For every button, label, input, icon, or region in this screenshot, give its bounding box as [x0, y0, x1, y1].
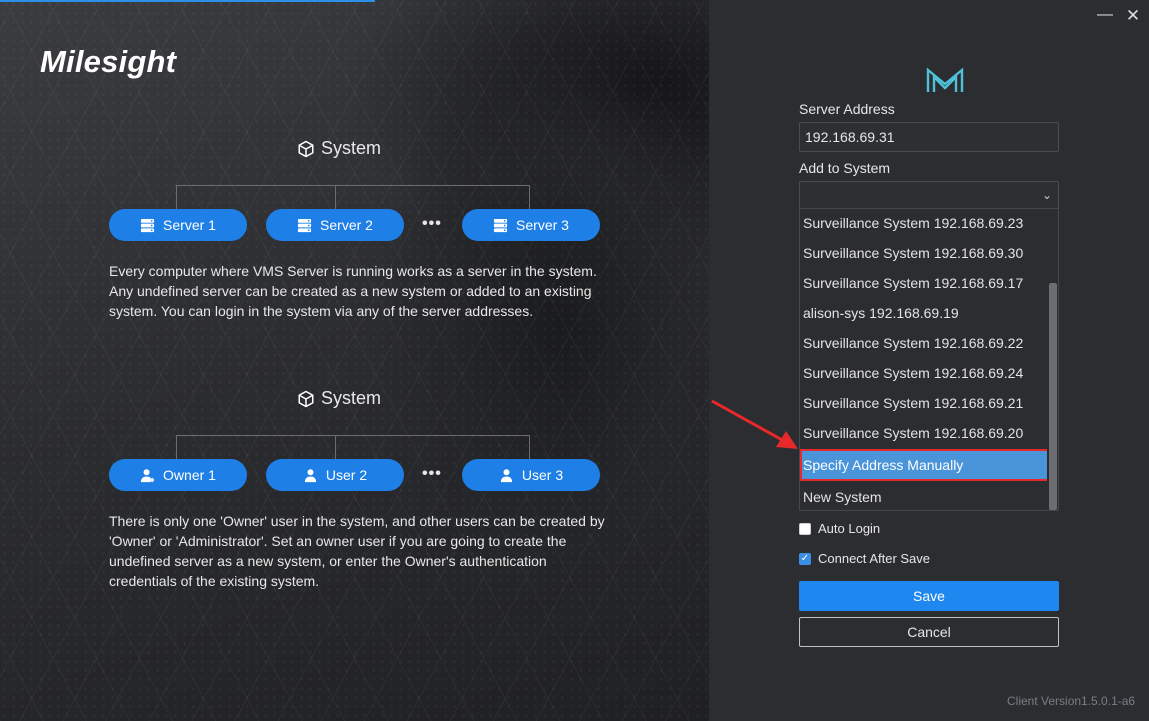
dropdown-option[interactable]: Surveillance System 192.168.69.17: [800, 269, 1045, 299]
system-title-1: System: [297, 138, 381, 159]
milesight-m-icon: [926, 67, 964, 92]
cube-icon: [298, 140, 314, 157]
save-button[interactable]: Save: [799, 581, 1059, 611]
dropdown-option[interactable]: Surveillance System 192.168.69.30: [800, 239, 1045, 269]
user-node-3: User 3: [462, 459, 600, 491]
dropdown-option[interactable]: Surveillance System 192.168.69.23: [800, 209, 1045, 239]
dropdown-option[interactable]: Surveillance System 192.168.69.24: [800, 359, 1045, 389]
ellipsis-2: •••: [422, 465, 442, 482]
cube-icon: [298, 390, 314, 407]
dropdown-option[interactable]: New System: [800, 483, 1045, 510]
auto-login-checkbox[interactable]: Auto Login: [799, 521, 880, 536]
server-node-1: Server 1: [109, 209, 247, 241]
intro-panel: Milesight System Server 1 Server 2 ••• S…: [0, 0, 709, 721]
milesight-logo: Milesight: [40, 44, 177, 79]
user-icon: [500, 468, 512, 482]
cancel-button[interactable]: Cancel: [799, 617, 1059, 647]
owner-node: Owner 1: [109, 459, 247, 491]
users-description: There is only one 'Owner' user in the sy…: [109, 513, 605, 589]
connect-after-save-checkbox[interactable]: ✓ Connect After Save: [799, 551, 930, 566]
server-node-3: Server 3: [462, 209, 600, 241]
user-node-2: User 2: [266, 459, 404, 491]
minimize-button[interactable]: —: [1095, 6, 1115, 26]
close-button[interactable]: ✕: [1123, 6, 1143, 26]
server-icon: [140, 218, 155, 232]
dropdown-option[interactable]: Surveillance System 192.168.69.21: [800, 389, 1045, 419]
system-tree-lines-1: [176, 185, 530, 212]
server-address-input[interactable]: [799, 122, 1059, 152]
server-node-2: Server 2: [266, 209, 404, 241]
arrow-shaft: [711, 399, 785, 443]
checkbox-checked-icon: ✓: [799, 552, 811, 565]
red-arrow-annotation: [711, 399, 798, 449]
add-to-system-label: Add to System: [799, 160, 891, 176]
checkbox-unchecked-icon: [799, 522, 811, 535]
server-address-label: Server Address: [799, 101, 895, 117]
dropdown-option[interactable]: alison-sys 192.168.69.19: [800, 299, 1045, 329]
login-panel: — ✕ Server Address Add to System ⌄ Surve…: [709, 0, 1149, 721]
progress-line: [0, 0, 375, 2]
chevron-down-icon: ⌄: [1041, 188, 1052, 202]
servers-description: Every computer where VMS Server is runni…: [109, 263, 597, 319]
client-version: Client Version1.5.0.1-a6: [1007, 694, 1136, 708]
add-to-system-select[interactable]: ⌄: [799, 181, 1059, 211]
dropdown-option[interactable]: Surveillance System 192.168.69.20: [800, 419, 1045, 449]
server-icon: [297, 218, 312, 232]
server-icon: [493, 218, 508, 232]
background-pattern: [0, 0, 709, 721]
dropdown-scrollbar-thumb[interactable]: [1049, 283, 1057, 510]
system-dropdown-list: Surveillance System 192.168.69.23 Survei…: [799, 208, 1059, 511]
dropdown-option-selected[interactable]: Specify Address Manually: [800, 449, 1049, 481]
user-icon: [304, 468, 316, 482]
ellipsis-1: •••: [422, 215, 442, 232]
owner-user-icon: [140, 468, 155, 482]
system-title-2: System: [297, 388, 381, 409]
dropdown-option[interactable]: Surveillance System 192.168.69.22: [800, 329, 1045, 359]
system-tree-lines-2: [176, 435, 530, 462]
